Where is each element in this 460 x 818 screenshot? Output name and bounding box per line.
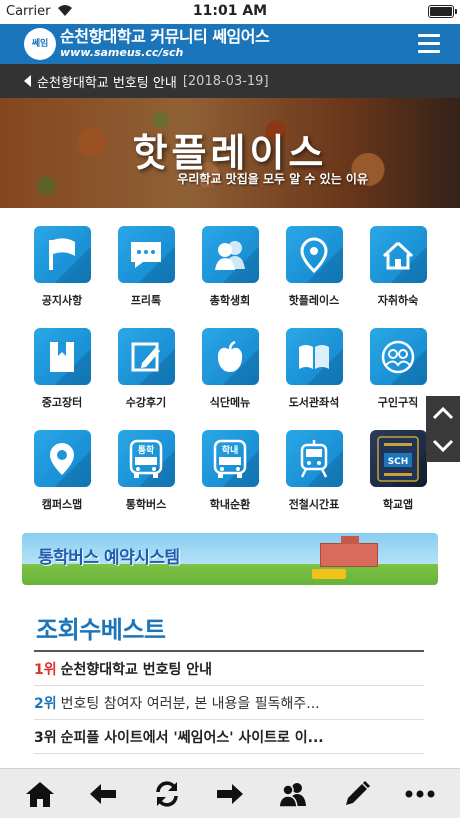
back-arrow-icon[interactable] <box>83 774 123 814</box>
menu-item-campus-bus[interactable]: 학내 학내순환 <box>188 430 272 520</box>
hotplace-banner[interactable]: 핫플레이스 우리학교 맛집을 모두 알 수 있는 이유 <box>0 98 460 208</box>
school-bus-icon <box>312 569 346 579</box>
users-icon[interactable] <box>273 774 313 814</box>
menu-item-campus-map[interactable]: 캠퍼스맵 <box>20 430 104 520</box>
menu-item-library[interactable]: 도서관좌석 <box>272 328 356 418</box>
menu-label: 중고장터 <box>41 396 83 409</box>
bus-banner-text: 통학버스 예약시스템 <box>38 548 180 568</box>
status-bar: Carrier 11:01 AM <box>0 0 460 24</box>
brand-name: 순천향대학교 커뮤니티 쎄임어스 <box>60 27 270 46</box>
banner-subtitle: 우리학교 맛집을 모두 알 수 있는 이유 <box>177 172 368 186</box>
menu-label: 구인구직 <box>377 396 419 409</box>
school-app-icon: SCH <box>369 430 427 487</box>
best-item-title: 순천향대학교 번호팅 안내 <box>60 661 213 678</box>
train-icon <box>285 430 343 487</box>
home-icon[interactable] <box>20 774 60 814</box>
bus-tag-text: 통학 <box>138 444 155 456</box>
notice-date: [2018-03-19] <box>182 73 269 89</box>
best-item-title: 번호팅 참여자 여러분, 본 내용을 필독해주... <box>60 695 320 712</box>
menu-item-meal[interactable]: 식단메뉴 <box>188 328 272 418</box>
speaker-icon <box>24 75 31 87</box>
best-list-item[interactable]: 3위 순피플 사이트에서 '쎄임어스' 사이트로 이... <box>34 720 424 754</box>
app-header: 쎄임 순천향대학교 커뮤니티 쎄임어스 www.sameus.cc/sch <box>0 24 460 64</box>
more-icon[interactable] <box>400 774 440 814</box>
commute-bus-icon: 통학 <box>117 430 175 487</box>
menu-label: 도서관좌석 <box>288 396 340 409</box>
flag-icon <box>33 226 91 283</box>
people-icon <box>201 226 259 283</box>
menu-item-student-council[interactable]: 총학생회 <box>188 226 272 316</box>
group-circle-icon <box>369 328 427 385</box>
menu-item-market[interactable]: 중고장터 <box>20 328 104 418</box>
clock: 11:01 AM <box>192 3 268 19</box>
battery-icon <box>428 5 457 18</box>
bus-reservation-banner[interactable]: 통학버스 예약시스템 <box>22 533 438 585</box>
edit-pencil-icon[interactable] <box>337 774 377 814</box>
apple-icon <box>201 328 259 385</box>
menu-label: 식단메뉴 <box>209 396 251 409</box>
menu-grid: 공지사항 프리톡 총학생회 핫플레이스 자취하숙 중고장터 수강후기 식단메뉴 … <box>20 226 440 520</box>
school-building-icon <box>320 536 378 567</box>
menu-item-notice[interactable]: 공지사항 <box>20 226 104 316</box>
menu-label: 공지사항 <box>41 294 83 307</box>
location-pin-icon <box>285 226 343 283</box>
brand-url: www.sameus.cc/sch <box>60 46 184 59</box>
brand[interactable]: 순천향대학교 커뮤니티 쎄임어스 www.sameus.cc/sch <box>60 27 270 60</box>
banner-title: 핫플레이스 <box>132 131 328 175</box>
notice-ticker[interactable]: 순천향대학교 번호팅 안내 [2018-03-19] <box>0 64 460 98</box>
menu-item-subway[interactable]: 전철시간표 <box>272 430 356 520</box>
refresh-icon[interactable] <box>147 774 187 814</box>
app-tag-text: SCH <box>388 457 409 467</box>
menu-label: 전철시간표 <box>288 498 340 511</box>
menu-label: 수강후기 <box>125 396 167 409</box>
menu-label: 캠퍼스맵 <box>41 498 83 511</box>
logo[interactable]: 쎄임 <box>24 28 56 60</box>
scroll-down-icon[interactable] <box>426 429 460 462</box>
menu-label: 자취하숙 <box>377 294 419 307</box>
campus-bus-icon: 학내 <box>201 430 259 487</box>
pencil-note-icon <box>117 328 175 385</box>
rank-badge: 3위 <box>34 729 57 746</box>
scroll-up-icon[interactable] <box>426 396 460 429</box>
map-pin-icon <box>33 430 91 487</box>
bookmark-icon <box>33 328 91 385</box>
menu-item-housing[interactable]: 자취하숙 <box>356 226 440 316</box>
notice-text: 순천향대학교 번호팅 안내 <box>37 75 177 91</box>
menu-label: 통학버스 <box>125 498 167 511</box>
rank-badge: 1위 <box>34 661 57 678</box>
menu-label: 학교앱 <box>382 498 414 511</box>
bottom-toolbar <box>0 768 460 818</box>
chat-bubble-icon <box>117 226 175 283</box>
best-list-item[interactable]: 2위 번호팅 참여자 여러분, 본 내용을 필독해주... <box>34 686 424 720</box>
best-list: 1위 순천향대학교 번호팅 안내 2위 번호팅 참여자 여러분, 본 내용을 필… <box>34 652 424 754</box>
best-list-item[interactable]: 1위 순천향대학교 번호팅 안내 <box>34 652 424 686</box>
rank-badge: 2위 <box>34 695 57 712</box>
menu-item-freetalk[interactable]: 프리톡 <box>104 226 188 316</box>
menu-item-course-review[interactable]: 수강후기 <box>104 328 188 418</box>
bus-tag-text: 학내 <box>222 444 239 456</box>
forward-arrow-icon[interactable] <box>210 774 250 814</box>
logo-text: 쎄임 <box>31 38 49 49</box>
menu-item-hotplace[interactable]: 핫플레이스 <box>272 226 356 316</box>
menu-label: 핫플레이스 <box>288 294 340 307</box>
best-section-title: 조회수베스트 <box>36 616 166 644</box>
scroll-controls <box>426 396 460 462</box>
menu-label: 학내순환 <box>209 498 251 511</box>
best-item-title: 순피플 사이트에서 '쎄임어스' 사이트로 이... <box>60 729 324 746</box>
menu-label: 총학생회 <box>209 294 251 307</box>
house-icon <box>369 226 427 283</box>
hamburger-menu-icon[interactable] <box>418 34 440 54</box>
menu-item-commute-bus[interactable]: 통학 통학버스 <box>104 430 188 520</box>
menu-label: 프리톡 <box>130 294 162 307</box>
open-book-icon <box>285 328 343 385</box>
